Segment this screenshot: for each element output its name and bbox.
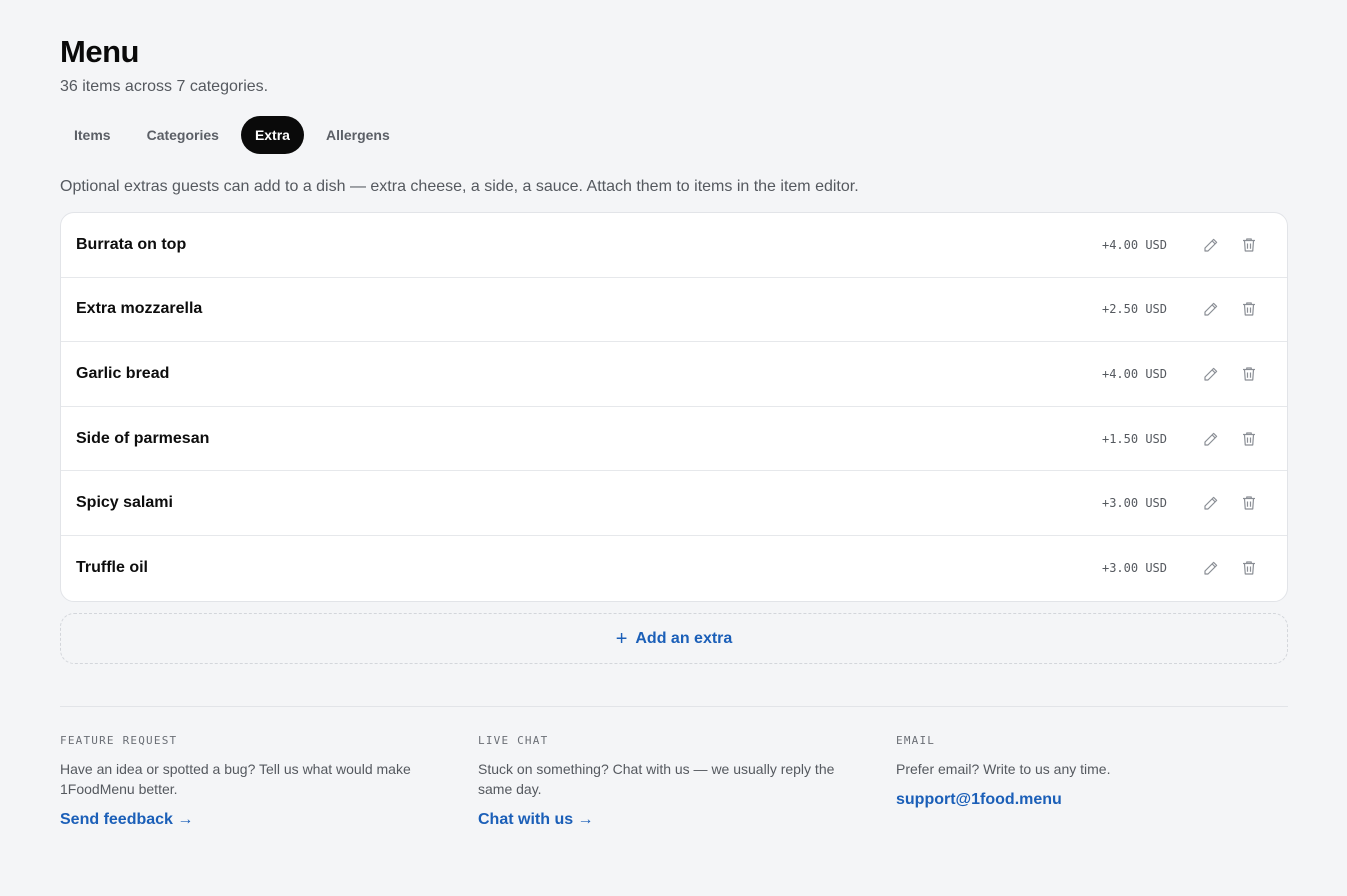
extra-price: +3.00 USD	[1101, 496, 1167, 511]
pencil-icon[interactable]	[1197, 554, 1225, 582]
extra-price: +3.00 USD	[1101, 561, 1167, 576]
feature-request-text: Have an idea or spotted a bug? Tell us w…	[60, 761, 411, 797]
extras-list: Burrata on top +4.00 USD Extra mozzarell…	[60, 212, 1288, 602]
extra-row: Truffle oil +3.00 USD	[61, 536, 1287, 601]
email-label: EMAIL	[896, 734, 936, 747]
tab-categories[interactable]: Categories	[133, 116, 233, 154]
pencil-icon[interactable]	[1197, 231, 1225, 259]
tab-items[interactable]: Items	[60, 116, 125, 154]
extra-name: Truffle oil	[76, 559, 148, 577]
trash-icon[interactable]	[1235, 489, 1263, 517]
page-subtitle: 36 items across 7 categories.	[60, 78, 269, 95]
trash-icon[interactable]	[1235, 554, 1263, 582]
extra-name: Extra mozzarella	[76, 300, 203, 318]
extra-price: +4.00 USD	[1101, 237, 1167, 252]
extra-row: Burrata on top +4.00 USD	[61, 213, 1287, 278]
tab-bar: Items Categories Extra Allergens	[60, 116, 404, 154]
pencil-icon[interactable]	[1197, 295, 1225, 323]
plus-icon: +	[615, 627, 628, 650]
footer-divider	[60, 706, 1288, 707]
extra-row: Garlic bread +4.00 USD	[61, 342, 1287, 407]
extra-row: Extra mozzarella +2.50 USD	[61, 278, 1287, 343]
extra-name: Spicy salami	[76, 494, 173, 512]
extras-description: Optional extras guests can add to a dish…	[60, 178, 859, 195]
extra-price: +2.50 USD	[1101, 302, 1167, 317]
extra-row: Spicy salami +3.00 USD	[61, 471, 1287, 536]
pencil-icon[interactable]	[1197, 489, 1225, 517]
tab-extra[interactable]: Extra	[240, 116, 304, 154]
pencil-icon[interactable]	[1197, 360, 1225, 388]
page-title: Menu	[60, 34, 139, 69]
pencil-icon[interactable]	[1197, 425, 1225, 453]
email-section: EMAIL Prefer email? Write to us any time…	[896, 734, 1266, 809]
extra-price: +4.00 USD	[1101, 366, 1167, 381]
extra-row: Side of parmesan +1.50 USD	[61, 407, 1287, 472]
extra-price: +1.50 USD	[1101, 431, 1167, 446]
extra-name: Burrata on top	[76, 235, 187, 253]
support-email-link[interactable]: support@1food.menu	[896, 791, 1062, 809]
tab-allergens[interactable]: Allergens	[312, 116, 404, 154]
trash-icon[interactable]	[1235, 295, 1263, 323]
trash-icon[interactable]	[1235, 360, 1263, 388]
send-feedback-link[interactable]: Send feedback →	[60, 811, 193, 829]
chat-with-us-link[interactable]: Chat with us →	[478, 811, 594, 829]
extra-name: Garlic bread	[76, 364, 170, 382]
extra-name: Side of parmesan	[76, 429, 210, 447]
live-chat-text: Stuck on something? Chat with us — we us…	[478, 761, 835, 797]
live-chat-label: LIVE CHAT	[478, 734, 549, 747]
add-extra-label: Add an extra	[635, 629, 733, 647]
add-extra-button[interactable]: + Add an extra	[60, 613, 1288, 664]
feature-request-section: FEATURE REQUEST Have an idea or spotted …	[60, 734, 430, 829]
trash-icon[interactable]	[1235, 231, 1263, 259]
live-chat-section: LIVE CHAT Stuck on something? Chat with …	[478, 734, 848, 829]
trash-icon[interactable]	[1235, 425, 1263, 453]
email-text: Prefer email? Write to us any time.	[896, 761, 1111, 777]
feature-request-label: FEATURE REQUEST	[60, 734, 178, 747]
